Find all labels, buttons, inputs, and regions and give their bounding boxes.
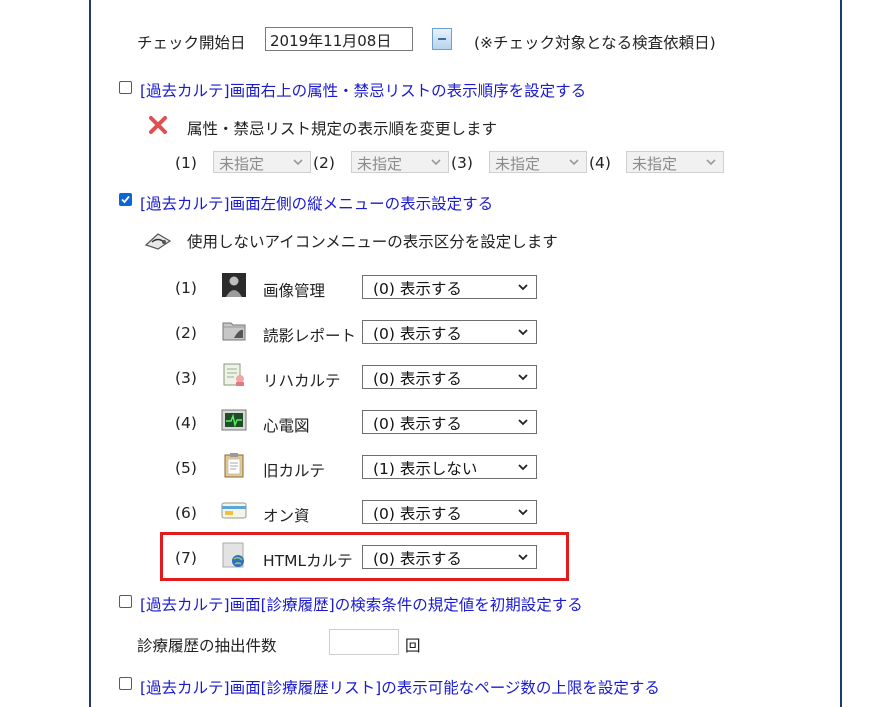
menu-row6-value: (0) 表示する — [373, 505, 462, 523]
ecg-icon — [221, 409, 247, 431]
visit-count-label: 診療履歴の抽出件数 — [137, 637, 277, 655]
menu-row3-value: (0) 表示する — [373, 370, 462, 388]
section1-link[interactable]: [過去カルテ]画面右上の属性・禁忌リストの表示順序を設定する — [140, 79, 586, 101]
section1-checkbox[interactable] — [119, 81, 132, 94]
slot2-value: 未指定 — [357, 155, 403, 173]
slot1-value: 未指定 — [219, 155, 265, 173]
section4-link[interactable]: [過去カルテ]画面[診療履歴リスト]の表示可能なページ数の上限を設定する — [140, 676, 660, 698]
menu-row3-label: リハカルテ — [263, 372, 341, 390]
menu-row2-select[interactable]: (0) 表示する — [362, 320, 537, 344]
rehab-chart-icon — [223, 363, 244, 386]
menu-row6-select[interactable]: (0) 表示する — [362, 500, 537, 524]
chevron-down-icon — [431, 159, 441, 166]
close-icon — [149, 116, 167, 134]
menu-row4-value: (0) 表示する — [373, 415, 462, 433]
chevron-down-icon — [518, 419, 528, 426]
menu-row2-number: (2) — [175, 324, 197, 342]
start-date-input[interactable]: 2019年11月08日 — [265, 27, 413, 51]
section3-checkbox[interactable] — [119, 595, 132, 608]
menu-row1-value: (0) 表示する — [373, 280, 462, 298]
slot2-number: (2) — [313, 154, 335, 172]
frame-left-border — [89, 0, 91, 707]
chevron-down-icon — [518, 509, 528, 516]
chevron-down-icon — [518, 284, 528, 291]
menu-row2-label: 読影レポート — [263, 327, 357, 345]
menu-row6-number: (6) — [175, 504, 197, 522]
menu-row5-value: (1) 表示しない — [373, 460, 478, 478]
menu-row1-label: 画像管理 — [263, 282, 326, 300]
start-date-value: 2019年11月08日 — [270, 32, 392, 50]
html-chart-icon — [222, 542, 244, 568]
menu-row4-number: (4) — [175, 414, 197, 432]
stethoscope-settings-icon — [144, 233, 172, 250]
menu-row6-label: オン資 — [263, 507, 310, 525]
visit-count-input[interactable] — [329, 629, 399, 655]
section2-checkbox[interactable] — [119, 193, 132, 206]
menu-row7-label: HTMLカルテ — [263, 552, 353, 570]
menu-row4-label: 心電図 — [263, 417, 310, 435]
checkmark-icon — [121, 195, 130, 204]
slot4-value: 未指定 — [632, 155, 678, 173]
calendar-picker-button[interactable] — [432, 28, 452, 50]
start-date-label: チェック開始日 — [137, 34, 246, 52]
menu-row7-number: (7) — [175, 549, 197, 567]
section2-link[interactable]: [過去カルテ]画面左側の縦メニューの表示設定する — [140, 192, 493, 214]
chevron-down-icon — [518, 329, 528, 336]
menu-row5-label: 旧カルテ — [263, 462, 326, 480]
menu-row1-select[interactable]: (0) 表示する — [362, 275, 537, 299]
slot4-number: (4) — [589, 154, 611, 172]
slot1-select[interactable]: 未指定 — [213, 151, 311, 173]
chevron-down-icon — [518, 464, 528, 471]
menu-row3-select[interactable]: (0) 表示する — [362, 365, 537, 389]
section3-link[interactable]: [過去カルテ]画面[診療履歴]の検索条件の規定値を初期設定する — [140, 593, 583, 615]
visit-count-unit: 回 — [405, 637, 421, 655]
slot2-select[interactable]: 未指定 — [351, 151, 449, 173]
slot3-value: 未指定 — [495, 155, 541, 173]
slot3-number: (3) — [451, 154, 473, 172]
slot1-number: (1) — [175, 154, 197, 172]
menu-row5-number: (5) — [175, 459, 197, 477]
chevron-down-icon — [706, 159, 716, 166]
menu-row7-select[interactable]: (0) 表示する — [362, 545, 537, 569]
slot4-select[interactable]: 未指定 — [626, 151, 724, 173]
chevron-down-icon — [569, 159, 579, 166]
slot3-select[interactable]: 未指定 — [489, 151, 587, 173]
reading-report-icon — [222, 322, 246, 341]
menu-row3-number: (3) — [175, 369, 197, 387]
start-date-note: (※チェック対象となる検査依頼日) — [474, 34, 716, 52]
menu-row1-number: (1) — [175, 279, 197, 297]
section1-desc: 属性・禁忌リスト規定の表示順を変更します — [187, 120, 498, 138]
calendar-dropdown-icon — [438, 38, 446, 40]
online-qualification-icon — [221, 502, 247, 519]
section4-checkbox[interactable] — [119, 677, 132, 690]
chevron-down-icon — [518, 554, 528, 561]
menu-row7-value: (0) 表示する — [373, 550, 462, 568]
frame-right-border — [840, 0, 842, 707]
menu-row2-value: (0) 表示する — [373, 325, 462, 343]
menu-row4-select[interactable]: (0) 表示する — [362, 410, 537, 434]
old-chart-icon — [224, 453, 244, 478]
chevron-down-icon — [518, 374, 528, 381]
section2-desc: 使用しないアイコンメニューの表示区分を設定します — [187, 233, 558, 251]
image-management-icon — [222, 273, 246, 297]
menu-row5-select[interactable]: (1) 表示しない — [362, 455, 537, 479]
chevron-down-icon — [293, 159, 303, 166]
